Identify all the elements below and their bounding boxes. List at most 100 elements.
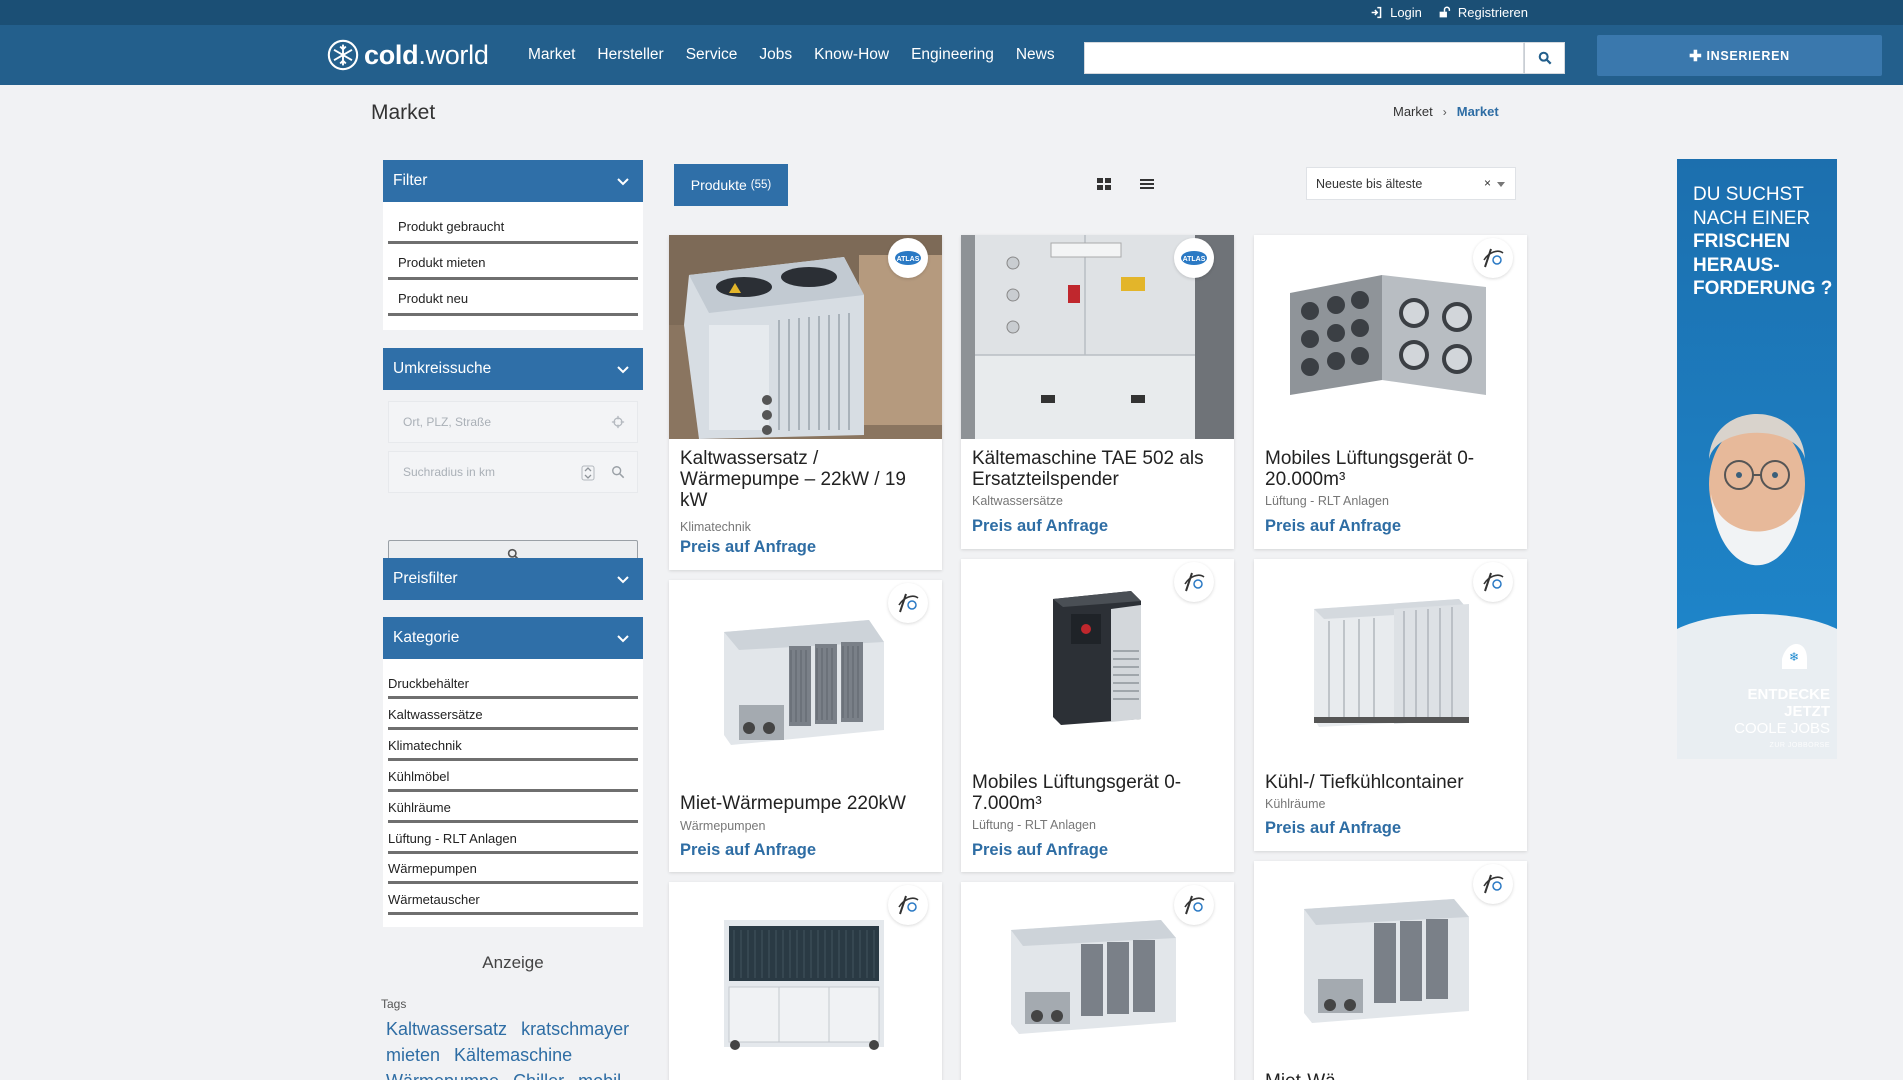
filter-rent-product[interactable]: Produkt mieten bbox=[388, 247, 638, 280]
product-category: Kühlräume bbox=[1265, 797, 1326, 811]
nav-know-how[interactable]: Know-How bbox=[814, 46, 889, 64]
main-nav: Market Hersteller Service Jobs Know-How … bbox=[528, 25, 1055, 85]
product-title[interactable]: Kaltwassersatz / Wärmepumpe – 22kW / 19 … bbox=[680, 448, 935, 511]
nav-market[interactable]: Market bbox=[528, 46, 575, 64]
svg-text:ATLAS: ATLAS bbox=[897, 256, 920, 263]
product-card[interactable]: Miet-Wärmepumpe 220kW Wärmepumpen Preis … bbox=[669, 580, 942, 872]
svg-text:ATLAS: ATLAS bbox=[1183, 256, 1206, 263]
insert-listing-button[interactable]: ✚ INSERIEREN bbox=[1597, 35, 1882, 76]
nav-news[interactable]: News bbox=[1016, 46, 1055, 64]
kratschmayer-logo-icon bbox=[1483, 572, 1504, 592]
price-panel-header[interactable]: Preisfilter bbox=[383, 558, 643, 600]
register-link[interactable]: Registrieren bbox=[1438, 5, 1528, 20]
clear-sort-icon[interactable]: × bbox=[1484, 176, 1491, 190]
atlas-logo-icon: ATLAS bbox=[895, 251, 921, 265]
product-card[interactable] bbox=[669, 882, 942, 1080]
product-card[interactable]: ATLAS Kältemaschine TAE 502 als Ersatzte… bbox=[961, 235, 1234, 549]
product-card[interactable] bbox=[961, 882, 1234, 1080]
product-title[interactable]: Mobiles Lüftungsgerät 0-7.000m³ bbox=[972, 772, 1227, 814]
product-card[interactable]: Miet-Wä... bbox=[1254, 861, 1527, 1080]
radius-panel-title: Umkreissuche bbox=[393, 360, 492, 377]
product-card[interactable]: ATLAS Kaltwassersatz / Wärmepumpe – 22kW… bbox=[669, 235, 942, 570]
search-input[interactable] bbox=[1084, 42, 1524, 74]
tag-link[interactable]: mieten bbox=[386, 1045, 440, 1065]
filter-new-product[interactable]: Produkt neu bbox=[388, 283, 638, 316]
product-price: Preis auf Anfrage bbox=[972, 841, 1109, 859]
product-category: Kaltwassersätze bbox=[972, 494, 1064, 508]
tag-link[interactable]: Chiller bbox=[513, 1071, 564, 1080]
login-label: Login bbox=[1390, 5, 1422, 20]
category-panel-header[interactable]: Kategorie bbox=[383, 617, 643, 659]
filter-used-product[interactable]: Produkt gebraucht bbox=[388, 211, 638, 244]
atlas-logo-icon: ATLAS bbox=[1181, 251, 1207, 265]
category-waermepumpen[interactable]: Wärmepumpen bbox=[388, 856, 638, 884]
grid-icon bbox=[1097, 178, 1111, 190]
stepper-icon[interactable] bbox=[581, 465, 595, 481]
register-label: Registrieren bbox=[1457, 5, 1528, 20]
product-card[interactable]: Kühl-/ Tiefkühlcontainer Kühlräume Preis… bbox=[1254, 559, 1527, 851]
main-navbar: cold.world Market Hersteller Service Job… bbox=[0, 25, 1903, 85]
products-label: Produkte bbox=[690, 177, 747, 193]
category-kuehlraeume[interactable]: Kühlräume bbox=[388, 795, 638, 823]
sort-select[interactable]: Neueste bis älteste × bbox=[1306, 167, 1516, 200]
product-title[interactable]: Kältemaschine TAE 502 als Ersatzteilspen… bbox=[972, 448, 1227, 490]
top-bar: Login Registrieren bbox=[0, 0, 1903, 25]
search-icon bbox=[612, 466, 625, 479]
product-title[interactable]: Kühl-/ Tiefkühlcontainer bbox=[1265, 772, 1520, 793]
crosshair-icon[interactable] bbox=[611, 415, 625, 429]
product-price: Preis auf Anfrage bbox=[1265, 819, 1402, 837]
account-links: Login Registrieren bbox=[1370, 0, 1528, 25]
product-title[interactable]: Miet-Wärmepumpe 220kW bbox=[680, 793, 935, 814]
page-title: Market bbox=[371, 101, 436, 124]
nav-jobs[interactable]: Jobs bbox=[759, 46, 792, 64]
sort-selected-value: Neueste bis älteste bbox=[1316, 176, 1423, 191]
list-view-button[interactable] bbox=[1137, 174, 1157, 194]
kratschmayer-logo-badge bbox=[1174, 562, 1214, 602]
kratschmayer-logo-badge bbox=[1473, 864, 1513, 904]
brand-logo[interactable]: cold.world bbox=[326, 38, 489, 72]
category-kuehlmoebel[interactable]: Kühlmöbel bbox=[388, 764, 638, 792]
radius-panel-header[interactable]: Umkreissuche bbox=[383, 348, 643, 390]
products-tab-button[interactable]: Produkte (55) bbox=[674, 164, 788, 206]
chevron-down-icon bbox=[617, 366, 629, 374]
product-card[interactable]: Mobiles Lüftungsgerät 0-20.000m³ Lüftung… bbox=[1254, 235, 1527, 549]
category-druckbehaelter[interactable]: Druckbehälter bbox=[388, 671, 638, 699]
insert-label: INSERIEREN bbox=[1706, 48, 1790, 63]
product-title[interactable]: Mobiles Lüftungsgerät 0-20.000m³ bbox=[1265, 448, 1520, 490]
kratschmayer-logo-icon bbox=[898, 895, 919, 915]
search-button[interactable] bbox=[1524, 42, 1565, 74]
category-panel-body: Druckbehälter Kaltwassersätze Klimatechn… bbox=[383, 659, 643, 927]
login-icon bbox=[1371, 6, 1382, 19]
category-waermetauscher[interactable]: Wärmetauscher bbox=[388, 887, 638, 915]
product-card[interactable]: Mobiles Lüftungsgerät 0-7.000m³ Lüftung … bbox=[961, 559, 1234, 872]
tag-link[interactable]: Wärmepumpe bbox=[386, 1071, 499, 1080]
breadcrumb-market-link[interactable]: Market bbox=[1393, 104, 1433, 119]
filter-panel-header[interactable]: Filter bbox=[383, 160, 643, 202]
nav-service[interactable]: Service bbox=[686, 46, 738, 64]
radius-field[interactable]: Suchradius in km bbox=[388, 451, 638, 493]
ad-label: Anzeige bbox=[482, 953, 544, 972]
radius-panel-body: Ort, PLZ, Straße Suchradius in km bbox=[383, 390, 643, 569]
category-kaltwassersaetze[interactable]: Kaltwassersätze bbox=[388, 702, 638, 730]
unlock-icon bbox=[1439, 6, 1451, 18]
product-category: Klimatechnik bbox=[680, 520, 751, 534]
location-field[interactable]: Ort, PLZ, Straße bbox=[388, 401, 638, 443]
location-placeholder: Ort, PLZ, Straße bbox=[403, 415, 492, 429]
login-link[interactable]: Login bbox=[1370, 5, 1422, 20]
tag-link[interactable]: mobil bbox=[578, 1071, 621, 1080]
nav-hersteller[interactable]: Hersteller bbox=[597, 46, 663, 64]
category-klimatechnik[interactable]: Klimatechnik bbox=[388, 733, 638, 761]
radius-placeholder: Suchradius in km bbox=[403, 465, 496, 479]
grid-view-button[interactable] bbox=[1094, 174, 1114, 194]
breadcrumb-current: Market bbox=[1456, 104, 1499, 119]
search-icon bbox=[1538, 51, 1551, 65]
nav-engineering[interactable]: Engineering bbox=[911, 46, 994, 64]
product-title[interactable]: Miet-Wä... bbox=[1265, 1071, 1520, 1080]
tag-link[interactable]: Kaltwassersatz bbox=[386, 1019, 507, 1039]
job-ad-banner[interactable]: ❄ DU SUCHST NACH EINER FRISCHEN HERAUS- … bbox=[1677, 159, 1837, 759]
tag-link[interactable]: Kältemaschine bbox=[454, 1045, 572, 1065]
tag-link[interactable]: kratschmayer bbox=[521, 1019, 629, 1039]
kratschmayer-logo-icon bbox=[1184, 572, 1205, 592]
svg-text:❄: ❄ bbox=[1789, 650, 1799, 664]
category-lueftung[interactable]: Lüftung - RLT Anlagen bbox=[388, 826, 638, 854]
